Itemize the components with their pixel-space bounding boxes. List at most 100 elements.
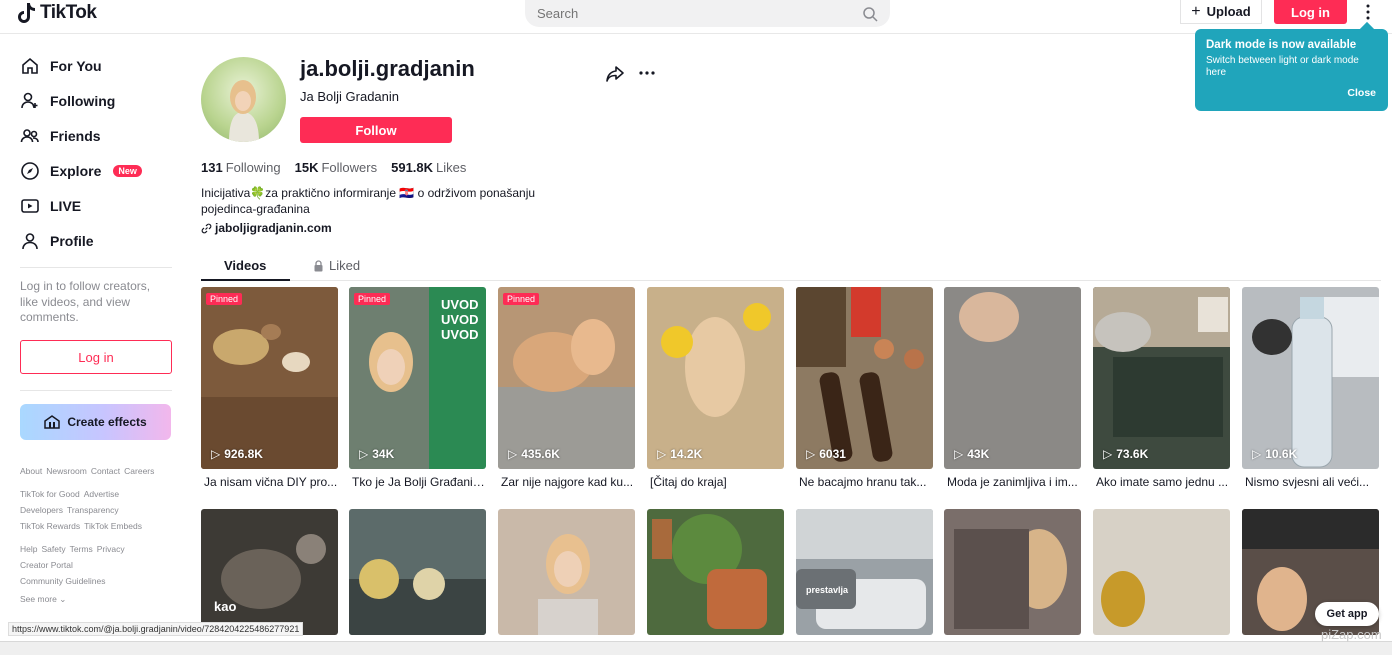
video-thumbnail — [349, 509, 486, 635]
video-card[interactable]: ▷ 43K — [944, 287, 1081, 469]
search-bar[interactable] — [525, 0, 890, 27]
more-horizontal-icon[interactable] — [637, 66, 657, 80]
footer-links: Developers Transparency — [20, 505, 119, 515]
sidebar-item-label: Following — [50, 93, 116, 109]
lock-icon — [314, 259, 323, 271]
footer-link[interactable]: Developers — [20, 505, 63, 515]
video-card[interactable]: Pinned ▷ 926.8K — [201, 287, 338, 469]
sidebar-item-live[interactable]: LIVE — [20, 196, 81, 216]
tab-videos[interactable]: Videos — [224, 258, 266, 273]
footer-link[interactable]: About — [20, 466, 42, 476]
video-overlay-text: kao — [214, 599, 237, 614]
footer-links: Help Safety Terms Privacy — [20, 544, 125, 554]
video-card[interactable]: ▷ 73.6K — [1093, 287, 1230, 469]
video-card[interactable]: UVOD UVOD UVOD Pinned ▷ 34K — [349, 287, 486, 469]
create-effects-button[interactable]: Create effects — [20, 404, 171, 440]
share-icon[interactable] — [605, 65, 625, 83]
profile-link[interactable]: jaboljigradjanin.com — [201, 221, 332, 235]
avatar-portrait — [229, 80, 259, 142]
footer-link[interactable]: Advertise — [84, 489, 119, 499]
brand-name: TikTok — [40, 2, 97, 23]
video-card[interactable] — [349, 509, 486, 635]
video-thumbnail — [796, 287, 933, 469]
tooltip-title: Dark mode is now available — [1206, 39, 1357, 51]
sidebar-item-friends[interactable]: Friends — [20, 126, 101, 146]
footer-link[interactable]: TikTok for Good — [20, 489, 80, 499]
login-button-top[interactable]: Log in — [1274, 0, 1347, 24]
video-card[interactable] — [1093, 509, 1230, 635]
video-card[interactable]: ▷ 6031 — [796, 287, 933, 469]
effects-house-icon — [44, 415, 61, 429]
video-card[interactable]: ▷ 10.6K — [1242, 287, 1379, 469]
play-icon: ▷ — [657, 447, 667, 461]
follow-button[interactable]: Follow — [300, 117, 452, 143]
tooltip-close-button[interactable]: Close — [1347, 87, 1376, 99]
view-count: ▷ 6031 — [806, 447, 846, 461]
video-thumbnail — [944, 287, 1081, 469]
footer-link[interactable]: Safety — [41, 544, 65, 554]
more-vertical-icon[interactable] — [1361, 3, 1375, 21]
video-title[interactable]: Zar nije najgore kad ku... — [501, 475, 638, 489]
video-title[interactable]: Tko je Ja Bolji Građanin... — [352, 475, 489, 489]
video-title[interactable]: Nismo svjesni ali veći... — [1245, 475, 1382, 489]
view-count: ▷ 10.6K — [1252, 447, 1298, 461]
likes-stat: 591.8K Likes — [391, 160, 467, 175]
video-title[interactable]: [Čitaj do kraja] — [650, 475, 787, 489]
tiktok-logo[interactable]: TikTok — [18, 2, 97, 24]
video-title[interactable]: Ako imate samo jednu ... — [1096, 475, 1233, 489]
pinned-badge: Pinned — [206, 293, 243, 305]
get-app-button[interactable]: Get app — [1315, 602, 1379, 626]
compass-icon — [21, 162, 39, 180]
tab-label: Videos — [224, 258, 267, 273]
footer-link[interactable]: Privacy — [97, 544, 125, 554]
video-title[interactable]: Ne bacajmo hranu tak... — [799, 475, 936, 489]
search-input[interactable] — [537, 6, 862, 21]
video-card[interactable] — [498, 509, 635, 635]
plus-icon: + — [1191, 2, 1201, 20]
sidebar-item-following[interactable]: Following — [20, 91, 115, 111]
sidebar-item-profile[interactable]: Profile — [20, 231, 94, 251]
video-card[interactable] — [647, 509, 784, 635]
video-title[interactable]: Ja nisam vična DIY pro... — [204, 475, 341, 489]
tiktok-logo-icon — [18, 3, 35, 23]
video-card[interactable]: kao — [201, 509, 338, 635]
footer-link[interactable]: Careers — [124, 466, 154, 476]
footer-link[interactable]: Community Guidelines — [20, 576, 106, 586]
see-more-link[interactable]: See more ⌄ — [20, 594, 66, 605]
new-badge: New — [113, 165, 142, 177]
footer-link[interactable]: Newsroom — [46, 466, 87, 476]
footer-link[interactable]: Help — [20, 544, 37, 554]
video-card[interactable]: Pinned ▷ 435.6K — [498, 287, 635, 469]
user-icon — [22, 233, 38, 250]
login-button-sidebar[interactable]: Log in — [20, 340, 172, 374]
video-thumbnail — [647, 509, 784, 635]
upload-label: Upload — [1206, 4, 1251, 19]
top-bar: TikTok + Upload Log in — [0, 0, 1392, 34]
upload-button[interactable]: + Upload — [1180, 0, 1262, 24]
video-card[interactable]: ▷ 14.2K — [647, 287, 784, 469]
sidebar-item-for-you[interactable]: For You — [20, 56, 102, 76]
profile-avatar — [201, 57, 286, 142]
tab-liked[interactable]: Liked — [313, 258, 360, 273]
following-stat[interactable]: 131 Following — [201, 160, 281, 175]
footer-link[interactable]: Contact — [91, 466, 120, 476]
footer-link[interactable]: TikTok Rewards — [20, 521, 80, 531]
home-icon — [22, 57, 38, 74]
footer-links: TikTok for Good Advertise — [20, 489, 119, 499]
sidebar-item-label: Friends — [50, 128, 101, 144]
play-icon: ▷ — [1103, 447, 1113, 461]
sidebar-divider — [20, 267, 172, 268]
video-title[interactable]: Moda je zanimljiva i im... — [947, 475, 1084, 489]
sidebar-divider — [20, 390, 172, 391]
search-icon[interactable] — [862, 6, 878, 22]
video-card[interactable]: prestavlja — [796, 509, 933, 635]
play-icon: ▷ — [1252, 447, 1262, 461]
footer-link[interactable]: Transparency — [67, 505, 119, 515]
footer-link[interactable]: Terms — [70, 544, 93, 554]
footer-link[interactable]: TikTok Embeds — [84, 521, 142, 531]
play-icon: ▷ — [211, 447, 221, 461]
footer-link[interactable]: Creator Portal — [20, 560, 73, 570]
sidebar-item-explore[interactable]: Explore New — [20, 161, 142, 181]
followers-stat[interactable]: 15K Followers — [295, 160, 377, 175]
video-card[interactable] — [944, 509, 1081, 635]
